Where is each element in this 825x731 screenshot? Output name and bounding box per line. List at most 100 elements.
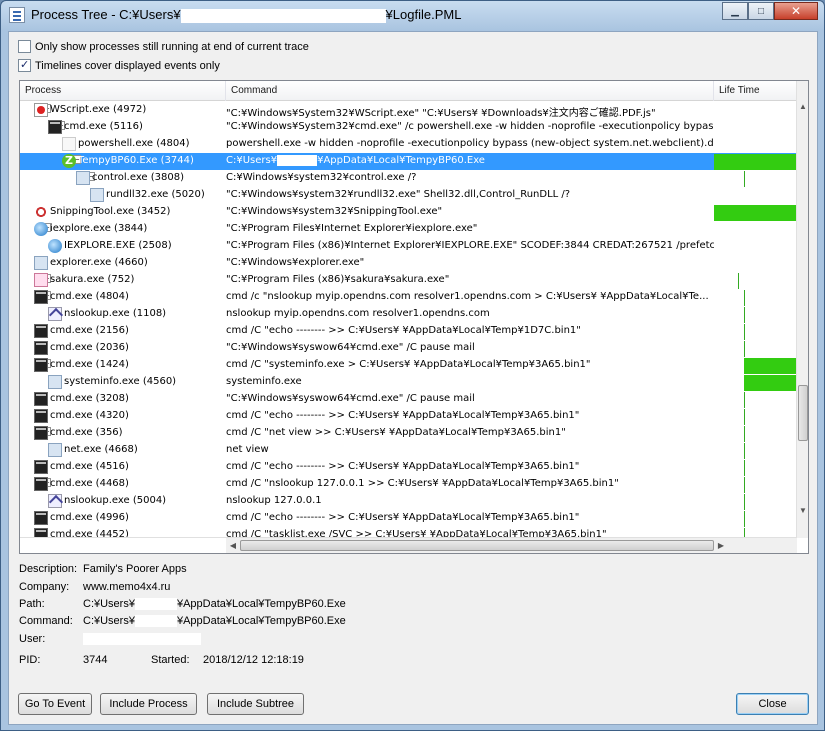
process-row[interactable]: +sakura.exe (752)"C:¥Program Files (x86)… [20, 272, 797, 289]
process-row[interactable]: −WScript.exe (4972)"C:¥Windows¥System32¥… [20, 102, 797, 119]
process-icon [48, 120, 62, 134]
process-command: "C:¥Windows¥explorer.exe" [226, 257, 365, 268]
process-row[interactable]: rundll32.exe (5020) "C:¥Windows¥system32¥… [20, 187, 797, 204]
process-row[interactable]: −iexplore.exe (3844)"C:¥Program Files¥In… [20, 221, 797, 238]
process-row[interactable]: cmd.exe (4516) cmd /C "echo -------- >> C… [20, 459, 797, 476]
timelines-checkbox[interactable] [18, 58, 31, 72]
go-to-event-button[interactable]: Go To Event [18, 693, 92, 715]
process-name: cmd.exe (1424) [50, 359, 129, 370]
minimize-button[interactable]: ▁ [722, 2, 748, 20]
maximize-button[interactable]: □ [748, 2, 774, 20]
process-command: C:¥Windows¥system32¥control.exe /? [226, 172, 417, 183]
window-close-button[interactable]: ✕ [774, 2, 818, 20]
include-process-button[interactable]: Include Process [100, 693, 197, 715]
process-icon [76, 171, 90, 185]
process-row[interactable]: explorer.exe (4660) "C:¥Windows¥explorer.… [20, 255, 797, 272]
process-name: cmd.exe (4468) [50, 478, 129, 489]
process-row[interactable]: −cmd.exe (356)cmd /C "net view >> C:¥Use… [20, 425, 797, 442]
process-row[interactable]: −cmd.exe (4804)cmd /c "nslookup myip.ope… [20, 289, 797, 306]
process-command: nslookup myip.opendns.com resolver1.open… [226, 308, 490, 319]
process-icon [48, 494, 62, 508]
column-process[interactable]: Process [20, 81, 226, 101]
lifetime-cell [714, 459, 797, 476]
horizontal-scroll-thumb[interactable] [240, 540, 714, 551]
process-icon [48, 443, 62, 457]
process-tree-list[interactable]: Process Command Life Time −WScript.exe (… [19, 80, 809, 554]
process-row[interactable]: cmd.exe (4996) cmd /C "echo -------- >> C… [20, 510, 797, 527]
process-row[interactable]: nslookup.exe (5004) nslookup 127.0.0.1 [20, 493, 797, 510]
process-icon [34, 256, 48, 270]
process-icon [34, 460, 48, 474]
process-icon [34, 290, 48, 304]
user-label: User: [19, 633, 46, 645]
column-command[interactable]: Command [226, 81, 714, 101]
lifetime-cell [714, 153, 797, 170]
horizontal-scrollbar[interactable]: ◀ ▶ [226, 537, 797, 553]
process-command: powershell.exe -w hidden -noprofile -exe… [226, 138, 714, 149]
include-subtree-button[interactable]: Include Subtree [207, 693, 304, 715]
process-row[interactable]: IEXPLORE.EXE (2508) "C:¥Program Files (x8… [20, 238, 797, 255]
process-row[interactable]: cmd.exe (3208) "C:¥Windows¥syswow64¥cmd.e… [20, 391, 797, 408]
process-command: "C:¥Windows¥System32¥cmd.exe" /c powersh… [226, 121, 714, 132]
process-command: cmd /C "echo -------- >> C:¥Users¥ ¥AppD… [226, 325, 581, 336]
lifetime-cell [714, 391, 797, 408]
process-row[interactable]: −TempyBP60.Exe (3744)C:¥Users¥x¥AppData¥… [20, 153, 797, 170]
process-row[interactable]: SnippingTool.exe (3452) "C:¥Windows¥syste… [20, 204, 797, 221]
vertical-scrollbar[interactable]: ▲ ▼ [796, 81, 808, 538]
lifetime-cell [714, 221, 797, 238]
only-running-checkbox[interactable] [18, 40, 31, 53]
process-icon [34, 477, 48, 491]
process-row[interactable]: net.exe (4668) net view [20, 442, 797, 459]
process-name: cmd.exe (4516) [50, 461, 129, 472]
process-row[interactable]: nslookup.exe (1108) nslookup myip.opendns… [20, 306, 797, 323]
process-icon [34, 511, 48, 525]
process-row[interactable]: cmd.exe (4320) cmd /C "echo -------- >> C… [20, 408, 797, 425]
path-value: C:¥Users¥x¥AppData¥Local¥TempyBP60.Exe [83, 598, 346, 610]
company-label: Company: [19, 581, 70, 593]
scroll-right-arrow-icon[interactable]: ▶ [714, 538, 728, 554]
scroll-left-arrow-icon[interactable]: ◀ [226, 538, 240, 554]
process-row[interactable]: cmd.exe (2036) "C:¥Windows¥syswow64¥cmd.e… [20, 340, 797, 357]
title-bar[interactable]: Process Tree - C:¥Users¥ ¥Logfile.PML ▁ □… [1, 1, 824, 29]
process-row[interactable]: −cmd.exe (5116)"C:¥Windows¥System32¥cmd.… [20, 119, 797, 136]
lifetime-cell [714, 374, 797, 391]
started-value: 2018/12/12 12:18:19 [203, 654, 304, 666]
process-icon [62, 154, 76, 168]
process-command: cmd /c "nslookup myip.opendns.com resolv… [226, 291, 709, 302]
process-icon [34, 273, 48, 287]
process-icon [34, 409, 48, 423]
process-row[interactable]: powershell.exe (4804) powershell.exe -w h… [20, 136, 797, 153]
only-running-label: Only show processes still running at end… [35, 40, 309, 53]
vertical-scroll-thumb[interactable] [798, 385, 808, 441]
scroll-down-arrow-icon[interactable]: ▼ [797, 505, 809, 517]
process-row[interactable]: −cmd.exe (4468)cmd /C "nslookup 127.0.0.… [20, 476, 797, 493]
process-row[interactable]: −cmd.exe (1424)cmd /C "systeminfo.exe > … [20, 357, 797, 374]
process-row[interactable]: systeminfo.exe (4560) systeminfo.exe [20, 374, 797, 391]
lifetime-cell [714, 204, 797, 221]
lifetime-cell [714, 493, 797, 510]
process-name: cmd.exe (4804) [50, 291, 129, 302]
process-command: "C:¥Windows¥syswow64¥cmd.exe" /C pause m… [226, 393, 475, 404]
lifetime-cell [714, 272, 797, 289]
lifetime-cell [714, 340, 797, 357]
lifetime-cell [714, 136, 797, 153]
tree-rows: −WScript.exe (4972)"C:¥Windows¥System32¥… [20, 102, 797, 538]
process-icon [34, 205, 48, 219]
lifetime-tick [738, 273, 739, 289]
company-value: www.memo4x4.ru [83, 581, 171, 593]
lifetime-cell [714, 289, 797, 306]
timelines-option[interactable]: Timelines cover displayed events only [18, 58, 220, 72]
lifetime-cell [714, 238, 797, 255]
only-running-option[interactable]: Only show processes still running at end… [18, 40, 309, 53]
process-command: cmd /C "echo -------- >> C:¥Users¥ ¥AppD… [226, 410, 580, 421]
process-name: cmd.exe (4996) [50, 512, 129, 523]
lifetime-tick [744, 307, 745, 323]
process-row[interactable]: − control.exe (3808) C:¥Windows¥system32¥c… [20, 170, 797, 187]
scroll-up-arrow-icon[interactable]: ▲ [797, 101, 809, 113]
lifetime-tick [744, 409, 745, 425]
close-button[interactable]: Close [736, 693, 809, 715]
process-command: cmd /C "echo -------- >> C:¥Users¥ ¥AppD… [226, 461, 580, 472]
process-row[interactable]: cmd.exe (2156) cmd /C "echo -------- >> C… [20, 323, 797, 340]
column-lifetime[interactable]: Life Time [714, 81, 797, 101]
lifetime-tick [744, 324, 745, 340]
